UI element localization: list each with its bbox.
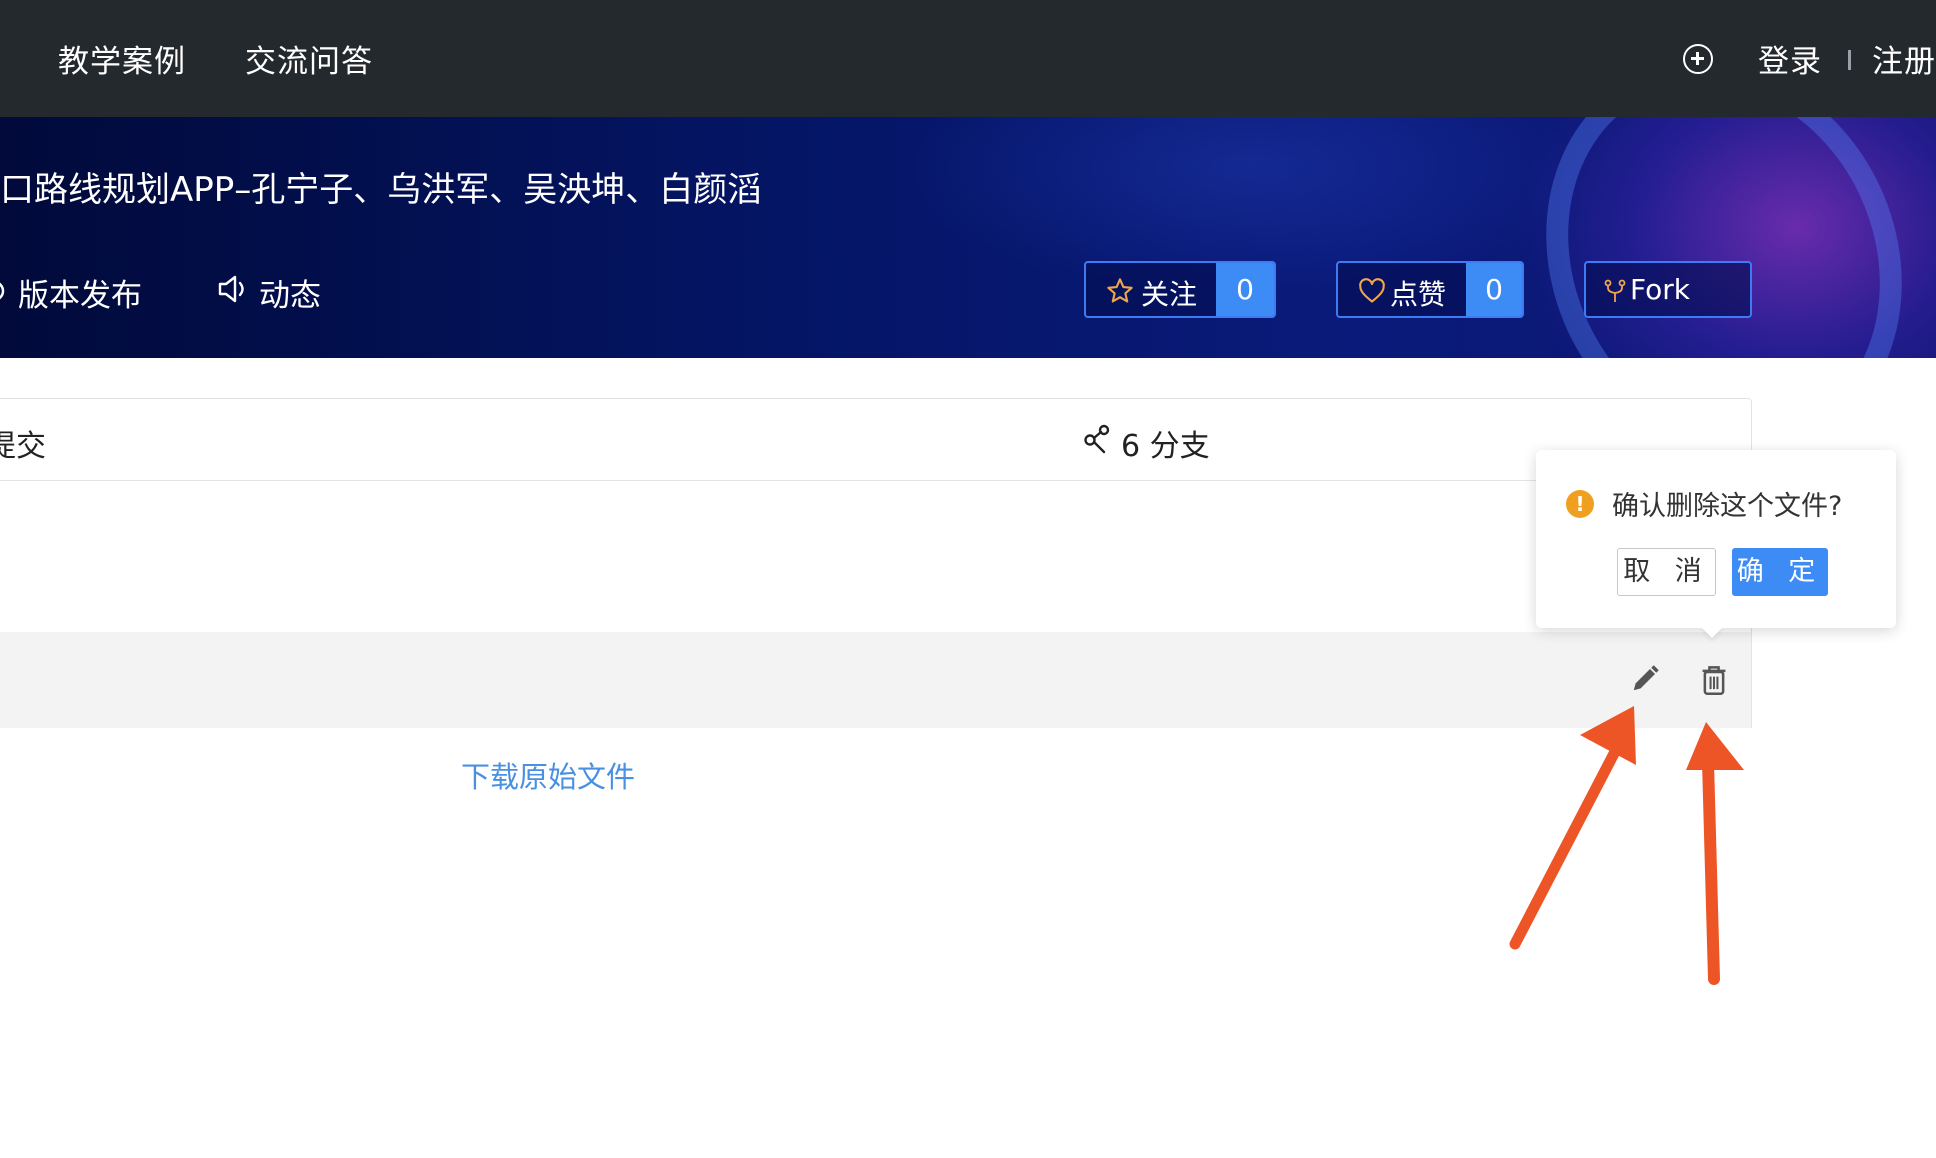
annotation-arrow-edit xyxy=(1509,706,1636,950)
annotation-arrows xyxy=(1509,706,1744,985)
annotation-arrow-delete xyxy=(1686,722,1744,985)
